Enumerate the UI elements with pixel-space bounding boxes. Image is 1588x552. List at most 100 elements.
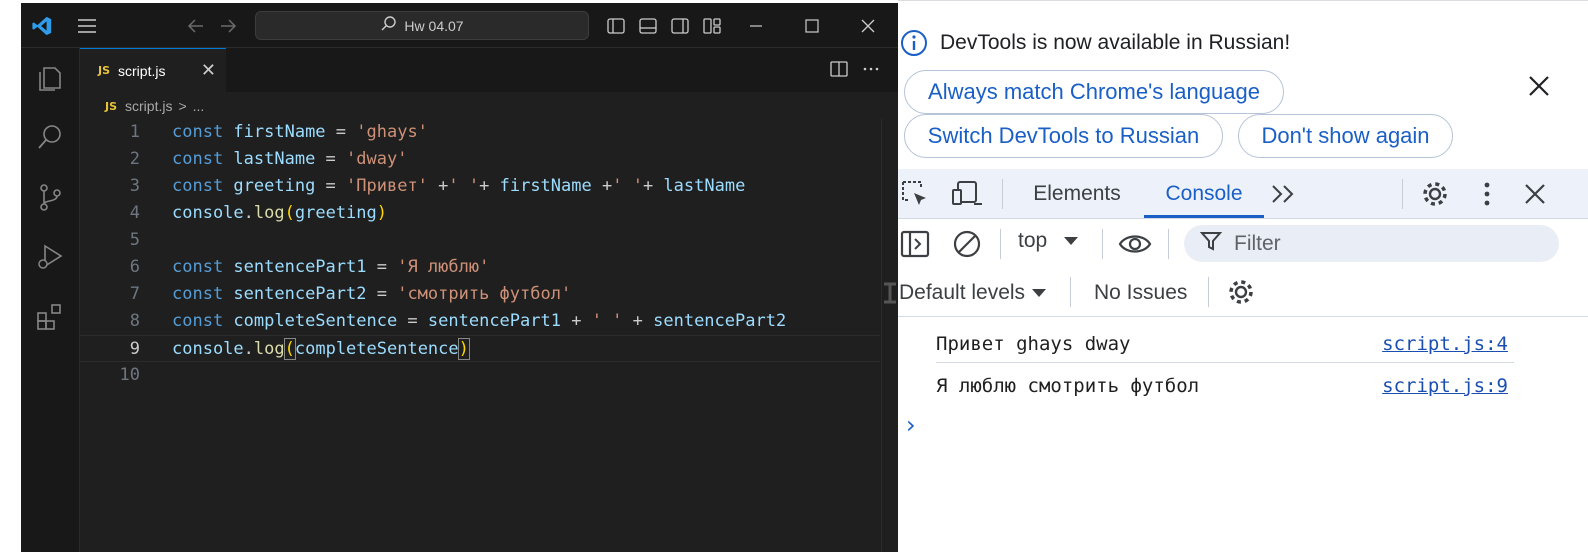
toolbar-divider [1000,229,1001,259]
live-expression-eye-icon[interactable] [1118,231,1152,262]
toolbar-divider [1208,277,1209,307]
code-token: firstName [499,176,592,196]
close-devtools-icon[interactable] [1522,181,1548,212]
split-editor-icon[interactable] [830,61,848,82]
kebab-menu-icon[interactable] [1476,180,1498,213]
dropdown-arrow-icon [1063,229,1079,253]
infobar-close-icon[interactable] [1524,71,1554,101]
line-number: 8 [129,311,140,331]
search-text: Hw 04.07 [404,17,464,34]
code-token: ) [376,203,388,223]
forward-arrow-icon[interactable] [217,15,239,37]
code-token: 'Я люблю' [397,257,490,277]
code-line[interactable]: 6 const sentencePart1 = 'Я люблю' [80,254,880,281]
console-settings-gear-icon[interactable] [1226,277,1256,312]
code-line[interactable]: 1 const firstName = 'ghays' [80,119,880,146]
toggle-primary-sidebar-icon[interactable] [605,15,627,37]
maximize-icon[interactable] [801,15,823,37]
code-line[interactable]: 5 [80,227,880,254]
always-match-language-button[interactable]: Always match Chrome's language [904,70,1284,114]
inspect-element-icon[interactable] [900,179,930,214]
show-sidebar-icon[interactable] [900,229,930,264]
code-token: const [172,284,224,304]
tab-close-icon[interactable]: ✕ [201,61,216,79]
more-tabs-icon[interactable] [1270,182,1298,211]
tab-console[interactable]: Console [1144,169,1264,219]
code-line[interactable]: 8 const completeSentence = sentencePart1 … [80,308,880,335]
console-prompt-icon[interactable]: › [906,411,916,439]
switch-to-russian-button[interactable]: Switch DevTools to Russian [904,114,1223,158]
code-line[interactable]: 3 const greeting = 'Привет' +' '+ firstNa… [80,173,880,200]
code-token: + [591,176,613,196]
back-arrow-icon[interactable] [185,15,207,37]
code-token: 'dway' [346,149,408,169]
tab-elements[interactable]: Elements [1022,169,1132,219]
minimize-icon[interactable] [745,15,767,37]
code-token: console [172,203,244,223]
code-line[interactable]: 9 console.log(completeSentence) [80,335,880,362]
code-token: = [366,284,398,304]
customize-layout-icon[interactable] [701,15,723,37]
close-window-icon[interactable] [857,15,879,37]
explorer-icon[interactable] [33,60,67,94]
breadcrumb-more[interactable]: ... [193,98,205,114]
code-token: sentencePart2 [653,311,787,331]
devtools-main-toolbar: Elements Console [898,169,1588,219]
more-actions-icon[interactable] [862,61,880,82]
code-line[interactable]: 7 const sentencePart2 = 'смотрить футбол' [80,281,880,308]
code-token: = [325,122,357,142]
console-log-row: Привет ghays dway script.js:4 [936,323,1514,363]
toolbar-divider [1070,277,1071,307]
command-center-search[interactable]: Hw 04.07 [255,11,589,40]
code-token: 'Привет' [346,176,428,196]
menu-icon[interactable] [76,15,98,37]
filter-input[interactable]: Filter [1184,225,1559,262]
code-token: const [172,257,224,277]
code-line[interactable]: 2 const lastName = 'dway' [80,146,880,173]
context-selector[interactable]: top [1018,229,1079,253]
code-text: const firstName = 'ghays' [172,119,428,146]
default-levels-dropdown[interactable]: Default levels [899,281,1047,305]
breadcrumb-separator: > [178,98,187,114]
toggle-secondary-sidebar-icon[interactable] [669,15,691,37]
code-text: const completeSentence = sentencePart1 +… [172,308,786,335]
code-text: console.log(completeSentence) [172,336,470,363]
code-text: const greeting = 'Привет' +' '+ firstNam… [172,173,745,200]
code-editor[interactable]: 1 const firstName = 'ghays' 2 const lastNam… [80,119,898,552]
code-token: + [560,311,592,331]
toolbar-divider [1102,229,1103,259]
clear-console-icon[interactable] [952,229,982,264]
breadcrumb-file[interactable]: script.js [125,98,172,114]
log-source-link[interactable]: script.js:9 [1382,375,1508,397]
extensions-icon[interactable] [33,300,67,334]
settings-gear-icon[interactable] [1420,179,1450,214]
dont-show-again-button[interactable]: Don't show again [1238,114,1453,158]
code-line[interactable]: 10 [80,362,880,389]
info-icon [900,29,928,57]
js-file-icon: JS [98,64,111,77]
line-number: 5 [129,230,140,250]
toolbar-divider [1002,179,1003,209]
text-cursor-icon [882,282,898,304]
toggle-panel-icon[interactable] [637,15,659,37]
source-control-icon[interactable] [33,180,67,214]
code-token: log [253,203,285,223]
code-token: firstName [223,122,326,142]
code-line[interactable]: 4 console.log(greeting) [80,200,880,227]
title-bar: Hw 04.07 [21,3,898,48]
tab-script-js[interactable]: JS script.js ✕ [80,48,226,92]
console-log-row: Я люблю смотрить футбол script.js:9 [936,365,1514,405]
devtools-panel: DevTools is now available in Russian! Al… [898,0,1588,552]
log-source-link[interactable]: script.js:4 [1382,333,1508,355]
issues-counter[interactable]: No Issues [1094,281,1187,305]
code-token: completeSentence [223,311,398,331]
code-text: const lastName = 'dway' [172,146,407,173]
console-toolbar: top Filter [898,219,1588,269]
code-token: const [172,176,224,196]
code-token: ' ' [448,176,480,196]
run-and-debug-icon[interactable] [33,240,67,274]
device-toolbar-icon[interactable] [950,179,984,214]
code-text: console.log(greeting) [172,200,387,227]
search-activity-icon[interactable] [33,120,67,154]
code-token: . [243,203,254,223]
